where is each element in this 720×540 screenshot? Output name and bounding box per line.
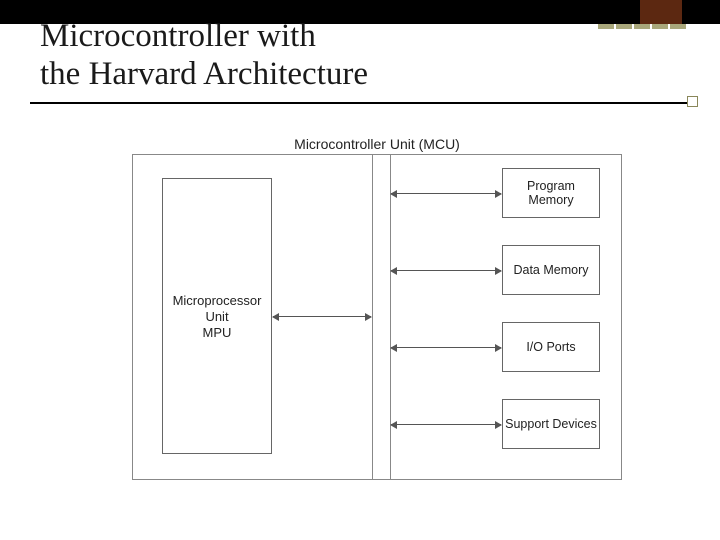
box-label: Program Memory (503, 179, 599, 208)
arrow-bus-io (391, 347, 501, 348)
arrow-bus-progmem (391, 193, 501, 194)
arrow-mpu-bus (273, 316, 371, 317)
arrow-bus-support (391, 424, 501, 425)
title-line-1: Microcontroller with (40, 18, 316, 54)
arrow-bus-datamem (391, 270, 501, 271)
title-underline (30, 102, 688, 104)
mpu-label-2: Unit (205, 309, 228, 324)
bus-line-right (390, 154, 391, 480)
data-memory-box: Data Memory (502, 245, 600, 295)
bullet-marker-icon (687, 96, 698, 107)
mcu-label: Microcontroller Unit (MCU) (132, 136, 622, 152)
box-label: Data Memory (513, 263, 588, 277)
mpu-label-1: Microprocessor (173, 293, 262, 308)
io-ports-box: I/O Ports (502, 322, 600, 372)
title-area: Microcontroller with the Harvard Archite… (40, 18, 680, 94)
box-label: Support Devices (505, 417, 597, 431)
mpu-box: Microprocessor Unit MPU (162, 178, 272, 454)
box-label: I/O Ports (526, 340, 575, 354)
slide-title: Microcontroller with the Harvard Archite… (40, 18, 680, 94)
program-memory-box: Program Memory (502, 168, 600, 218)
support-devices-box: Support Devices (502, 399, 600, 449)
architecture-diagram: Microcontroller Unit (MCU) Microprocesso… (132, 140, 622, 480)
title-line-2: the Harvard Architecture (40, 56, 368, 92)
mpu-label-3: MPU (203, 325, 232, 340)
bus-line-left (372, 154, 373, 480)
